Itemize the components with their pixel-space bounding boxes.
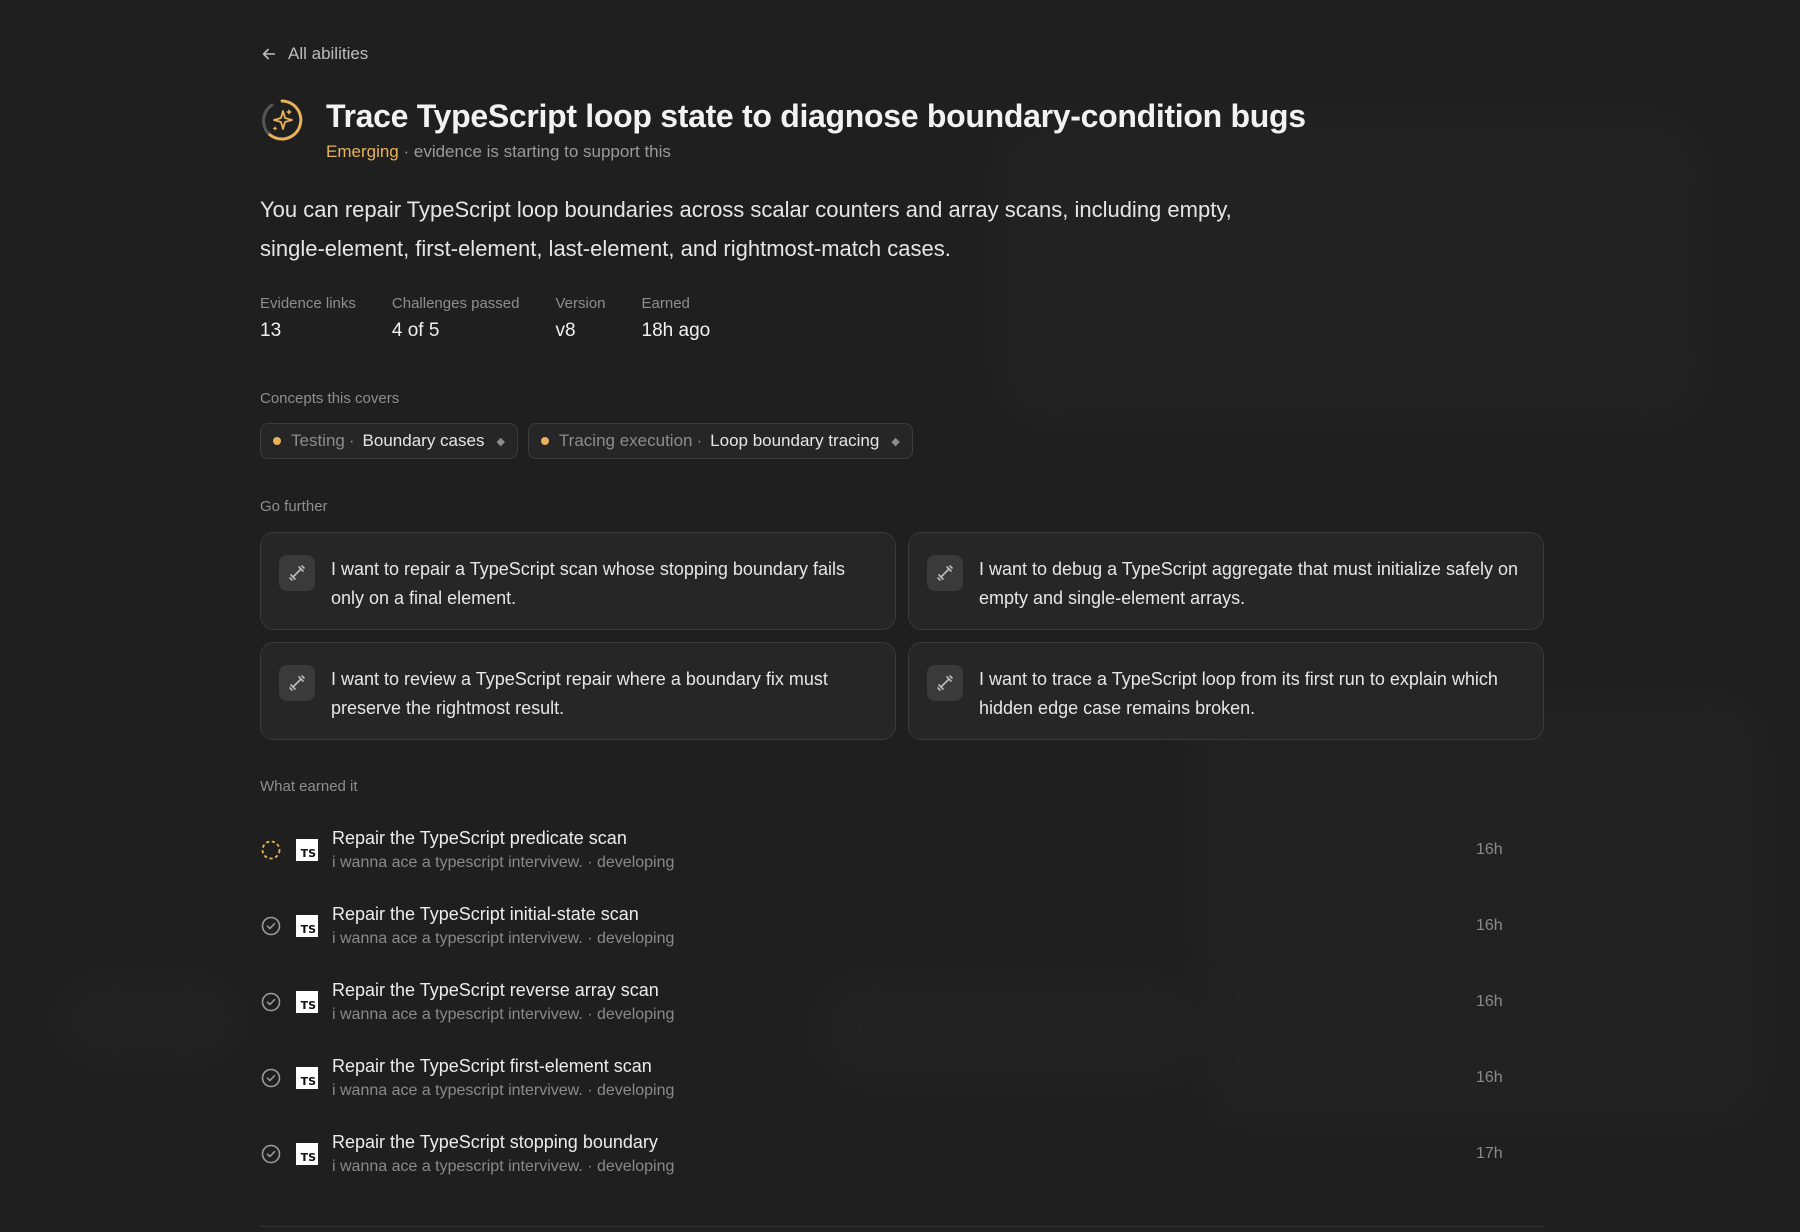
go-further-cards: I want to repair a TypeScript scan whose… xyxy=(260,532,1544,740)
stat-label: Evidence links xyxy=(260,295,356,312)
earned-row-subtitle: i wanna ace a typescript intervivew. · d… xyxy=(332,1158,675,1175)
go-further-text: I want to repair a TypeScript scan whose… xyxy=(331,559,845,608)
earned-row[interactable]: TS Repair the TypeScript reverse array s… xyxy=(260,964,1550,1040)
page-title: Trace TypeScript loop state to diagnose … xyxy=(326,98,1306,134)
earned-row-time: 16h xyxy=(1476,993,1503,1010)
stat-value: v8 xyxy=(555,320,576,341)
back-link-label: All abilities xyxy=(288,44,369,63)
go-further-card[interactable]: I want to review a TypeScript repair whe… xyxy=(260,642,896,740)
stat-value: 18h ago xyxy=(641,320,711,341)
go-further-text: I want to review a TypeScript repair whe… xyxy=(331,669,828,718)
earned-row-time: 16h xyxy=(1476,917,1503,934)
diamond-icon: ◆ xyxy=(891,435,900,448)
earned-row-text: Repair the TypeScript initial-state scan… xyxy=(332,904,674,948)
typescript-icon: TS xyxy=(296,991,318,1013)
stats-row: Evidence links 13 Challenges passed 4 of… xyxy=(260,295,710,342)
check-circle-icon xyxy=(261,992,281,1012)
go-further-text: I want to debug a TypeScript aggregate t… xyxy=(979,559,1518,608)
earned-row-title: Repair the TypeScript initial-state scan xyxy=(332,904,639,924)
earned-row-time: 17h xyxy=(1476,1145,1503,1162)
stat-value: 13 xyxy=(260,320,282,341)
concept-separator: · xyxy=(348,431,355,450)
earned-row-subtitle: i wanna ace a typescript intervivew. · d… xyxy=(332,1006,675,1023)
go-further-card[interactable]: I want to debug a TypeScript aggregate t… xyxy=(908,532,1544,630)
dumbbell-icon xyxy=(927,665,963,701)
concept-dot xyxy=(273,437,281,445)
concept-chip-boundary-cases[interactable]: Testing · Boundary cases ◆ xyxy=(260,423,518,459)
back-to-all-abilities-link[interactable]: All abilities xyxy=(260,44,368,64)
bottom-divider xyxy=(260,1226,1544,1227)
earned-row-title: Repair the TypeScript reverse array scan xyxy=(332,980,659,1000)
ability-status-line: Emerging · evidence is starting to suppo… xyxy=(326,142,671,162)
earned-row-text: Repair the TypeScript reverse array scan… xyxy=(332,980,674,1024)
concept-name: Boundary cases xyxy=(362,431,485,450)
dumbbell-icon xyxy=(927,555,963,591)
earned-row[interactable]: TS Repair the TypeScript predicate scan … xyxy=(260,812,1550,888)
go-further-card[interactable]: I want to trace a TypeScript loop from i… xyxy=(908,642,1544,740)
earned-row-text: Repair the TypeScript first-element scan… xyxy=(332,1056,674,1100)
stat-label: Earned xyxy=(641,295,690,312)
earned-row[interactable]: TS Repair the TypeScript initial-state s… xyxy=(260,888,1550,964)
earned-row-title: Repair the TypeScript first-element scan xyxy=(332,1056,652,1076)
go-further-card[interactable]: I want to repair a TypeScript scan whose… xyxy=(260,532,896,630)
status-note: · evidence is starting to support this xyxy=(398,142,671,161)
stat-version: Version v8 xyxy=(555,295,605,342)
earned-row-subtitle: i wanna ace a typescript intervivew. · d… xyxy=(332,854,675,871)
concept-name: Loop boundary tracing xyxy=(710,431,880,450)
typescript-icon: TS xyxy=(296,839,318,861)
concept-chips: Testing · Boundary cases ◆ Tracing execut… xyxy=(260,423,913,459)
typescript-icon: TS xyxy=(296,1143,318,1165)
earned-row-time: 16h xyxy=(1476,841,1503,858)
earned-row-subtitle: i wanna ace a typescript intervivew. · d… xyxy=(332,930,675,947)
concepts-section-label: Concepts this covers xyxy=(260,390,400,407)
diamond-icon: ◆ xyxy=(496,435,505,448)
concept-category: Tracing execution xyxy=(558,431,693,450)
arrow-left-icon xyxy=(262,48,276,60)
go-further-section-label: Go further xyxy=(260,498,328,515)
dumbbell-icon xyxy=(279,555,315,591)
earned-row-text: Repair the TypeScript stopping boundary … xyxy=(332,1132,674,1176)
stat-label: Version xyxy=(555,295,606,312)
status-badge: Emerging xyxy=(326,142,399,161)
concept-chip-loop-boundary-tracing[interactable]: Tracing execution · Loop boundary tracing… xyxy=(527,423,913,459)
concept-category: Testing xyxy=(291,431,345,450)
check-circle-icon xyxy=(261,1144,281,1164)
earned-row-title: Repair the TypeScript predicate scan xyxy=(332,828,627,848)
ability-description: You can repair TypeScript loop boundarie… xyxy=(260,197,1232,261)
stat-earned: Earned 18h ago xyxy=(642,295,711,342)
stat-challenges-passed: Challenges passed 4 of 5 xyxy=(392,295,520,342)
typescript-icon: TS xyxy=(296,915,318,937)
typescript-icon: TS xyxy=(296,1067,318,1089)
go-further-text: I want to trace a TypeScript loop from i… xyxy=(979,669,1498,718)
ability-header: Trace TypeScript loop state to diagnose … xyxy=(260,96,1306,142)
stat-evidence-links: Evidence links 13 xyxy=(260,295,356,342)
what-earned-it-section-label: What earned it xyxy=(260,778,358,795)
earned-row[interactable]: TS Repair the TypeScript stopping bounda… xyxy=(260,1116,1550,1192)
earned-row-time: 16h xyxy=(1476,1069,1503,1086)
check-circle-icon xyxy=(261,1068,281,1088)
dumbbell-icon xyxy=(279,665,315,701)
earned-row-subtitle: i wanna ace a typescript intervivew. · d… xyxy=(332,1082,675,1099)
earned-row-text: Repair the TypeScript predicate scan i w… xyxy=(332,828,674,872)
concept-separator: · xyxy=(696,431,703,450)
earned-row-title: Repair the TypeScript stopping boundary xyxy=(332,1132,658,1152)
sparkle-badge-icon xyxy=(260,98,304,142)
stat-label: Challenges passed xyxy=(391,295,520,312)
earned-row[interactable]: TS Repair the TypeScript first-element s… xyxy=(260,1040,1550,1116)
stat-value: 4 of 5 xyxy=(391,320,440,341)
check-circle-icon xyxy=(261,916,281,936)
earned-list: TS Repair the TypeScript predicate scan … xyxy=(260,812,1550,1192)
concept-dot xyxy=(540,437,549,445)
in-progress-circle-icon xyxy=(261,840,281,860)
